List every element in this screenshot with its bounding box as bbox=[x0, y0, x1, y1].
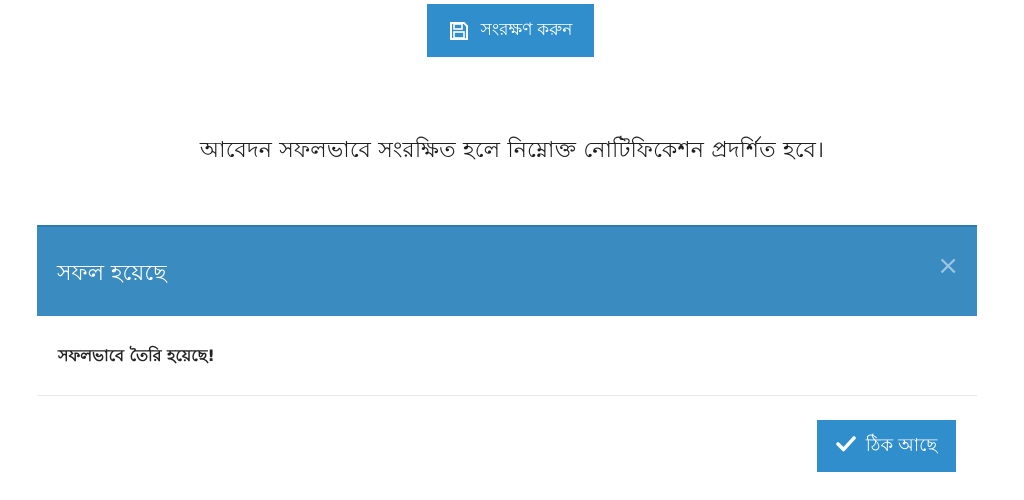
modal-body: সফলভাবে তৈরি হয়েছে! bbox=[37, 316, 977, 396]
page: সংরক্ষণ করুন আবেদন সফলভাবে সংরক্ষিত হলে … bbox=[0, 0, 1024, 500]
ok-button[interactable]: ঠিক আছে bbox=[817, 420, 956, 472]
ok-button-label: ঠিক আছে bbox=[865, 434, 938, 455]
modal-header: সফল হয়েছে × bbox=[37, 225, 977, 316]
checkmark-icon bbox=[835, 435, 856, 458]
modal-message: সফলভাবে তৈরি হয়েছে! bbox=[58, 346, 215, 365]
save-button-label: সংরক্ষণ করুন bbox=[480, 19, 573, 39]
close-icon[interactable]: × bbox=[937, 253, 959, 279]
success-modal: সফল হয়েছে × সফলভাবে তৈরি হয়েছে! ঠিক আছ… bbox=[37, 225, 977, 495]
modal-title: সফল হয়েছে bbox=[57, 261, 167, 286]
save-button[interactable]: সংরক্ষণ করুন bbox=[427, 4, 594, 57]
floppy-disk-icon bbox=[449, 21, 469, 41]
instruction-text: আবেদন সফলভাবে সংরক্ষিত হলে নিম্নোক্ত নোট… bbox=[199, 138, 825, 163]
